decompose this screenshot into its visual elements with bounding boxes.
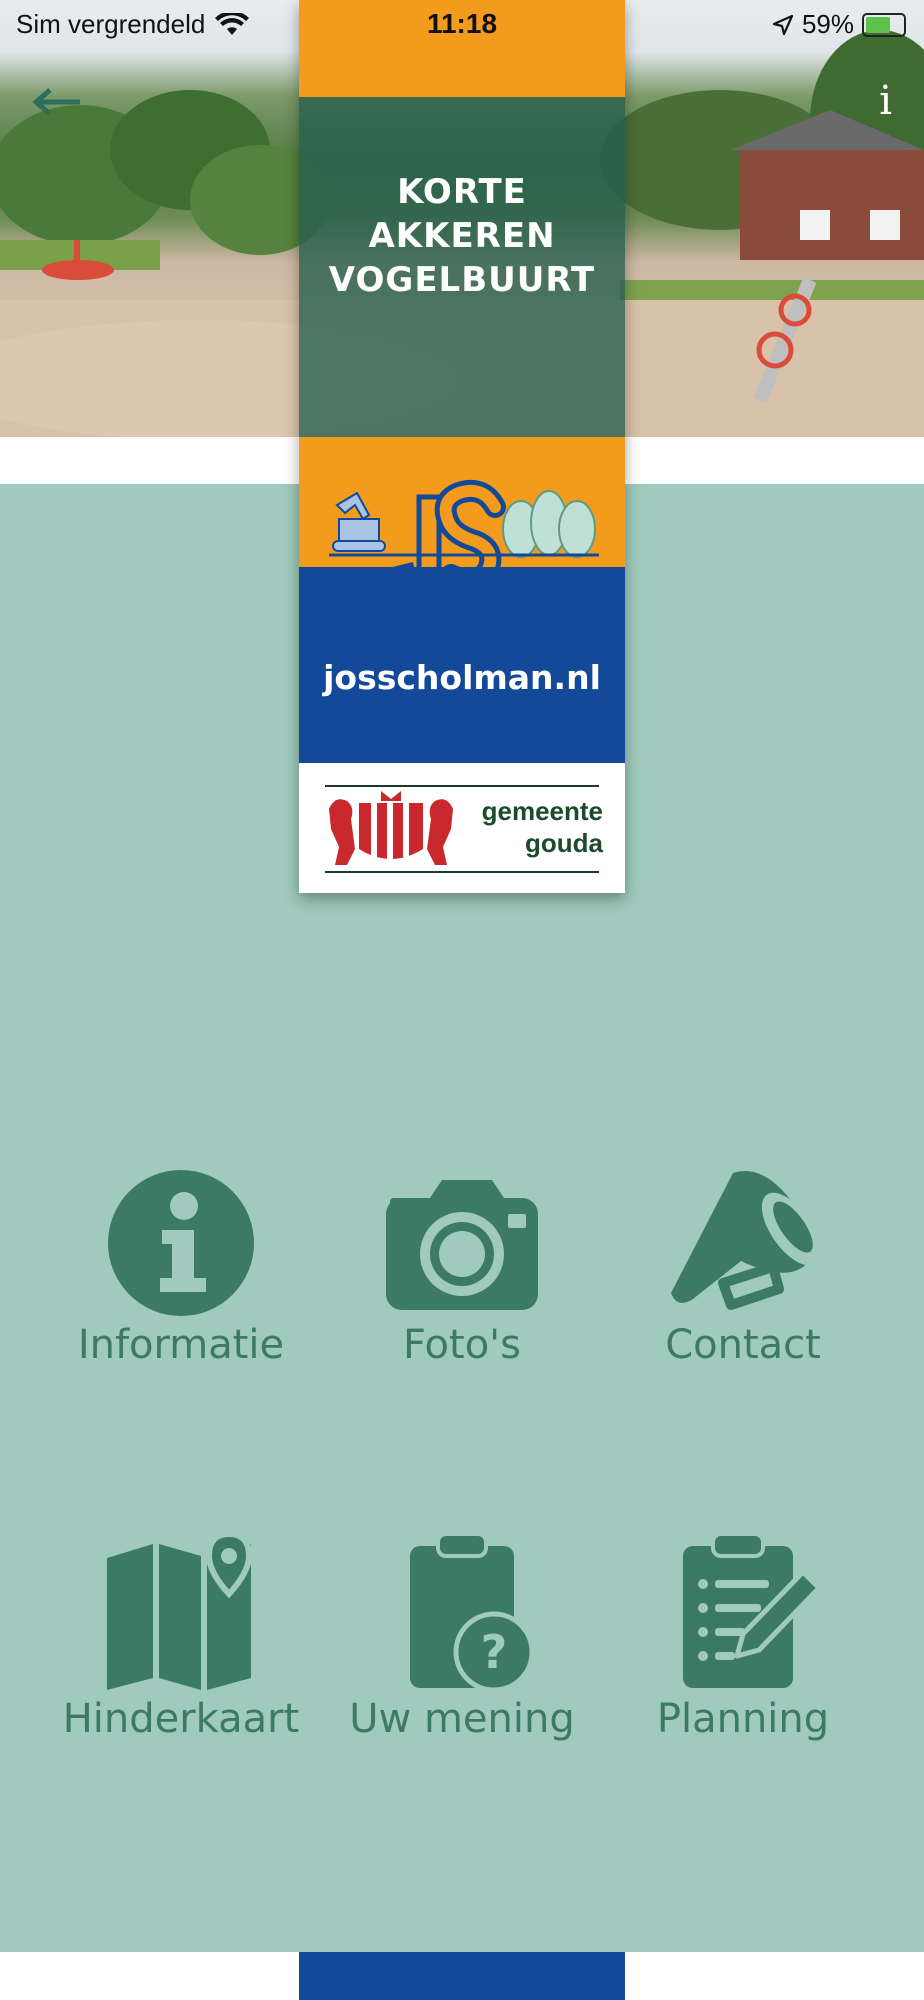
menu-label-informatie: Informatie xyxy=(77,1322,285,1368)
back-button[interactable] xyxy=(26,80,86,124)
battery-icon xyxy=(862,12,906,37)
menu-label-planning: Planning xyxy=(656,1696,830,1742)
svg-text:?: ? xyxy=(481,1625,508,1679)
clipboard-question-icon: ? xyxy=(410,1532,535,1692)
arrow-left-icon xyxy=(32,88,80,116)
banner-title-line-2: AKKEREN xyxy=(368,216,556,256)
project-banner: KORTE AKKEREN VOGELBUURT josscholman.nl xyxy=(299,0,625,893)
menu-item-contact[interactable]: Contact xyxy=(593,1163,893,1368)
menu-label-contact: Contact xyxy=(665,1322,821,1368)
gouda-coat-of-arms xyxy=(329,791,453,865)
battery-level xyxy=(866,16,890,33)
clipboard-edit-icon xyxy=(683,1532,822,1688)
info-icon xyxy=(108,1170,254,1316)
menu-label-uw-mening: Uw mening xyxy=(349,1696,575,1742)
menu-item-planning[interactable]: Planning xyxy=(593,1532,893,1742)
banner-title: KORTE AKKEREN VOGELBUURT xyxy=(299,170,625,302)
status-bar: Sim vergrendeld 11:18 59% xyxy=(0,0,924,50)
banner-title-line-1: KORTE xyxy=(397,172,527,212)
municipality-line-1: gemeente xyxy=(481,796,603,826)
menu-label-fotos: Foto's xyxy=(402,1322,522,1368)
municipality-line-2: gouda xyxy=(525,828,603,858)
menu-item-hinderkaart[interactable]: Hinderkaart xyxy=(31,1532,331,1742)
menu-label-hinderkaart: Hinderkaart xyxy=(62,1696,300,1742)
website-label[interactable]: josscholman.nl xyxy=(299,658,625,697)
location-arrow-icon xyxy=(772,14,794,35)
map-pin-icon xyxy=(107,1532,253,1690)
menu-item-fotos[interactable]: Foto's xyxy=(312,1168,612,1368)
js-logo-panel xyxy=(299,437,625,592)
battery-percent: 59% xyxy=(801,9,854,39)
municipality-divider-bottom xyxy=(325,871,599,873)
municipality-divider-top xyxy=(325,785,599,787)
status-right: 59% xyxy=(772,9,906,40)
megaphone-icon xyxy=(671,1171,821,1310)
banner-title-line-3: VOGELBUURT xyxy=(328,260,596,300)
municipality-label: gemeente gouda xyxy=(482,795,603,859)
menu-item-uw-mening[interactable]: ? Uw mening xyxy=(312,1532,612,1742)
bottom-banner-stripe xyxy=(299,1952,625,2000)
camera-icon xyxy=(386,1180,538,1310)
menu-item-informatie[interactable]: Informatie xyxy=(31,1168,331,1368)
info-button[interactable]: i xyxy=(879,78,892,124)
